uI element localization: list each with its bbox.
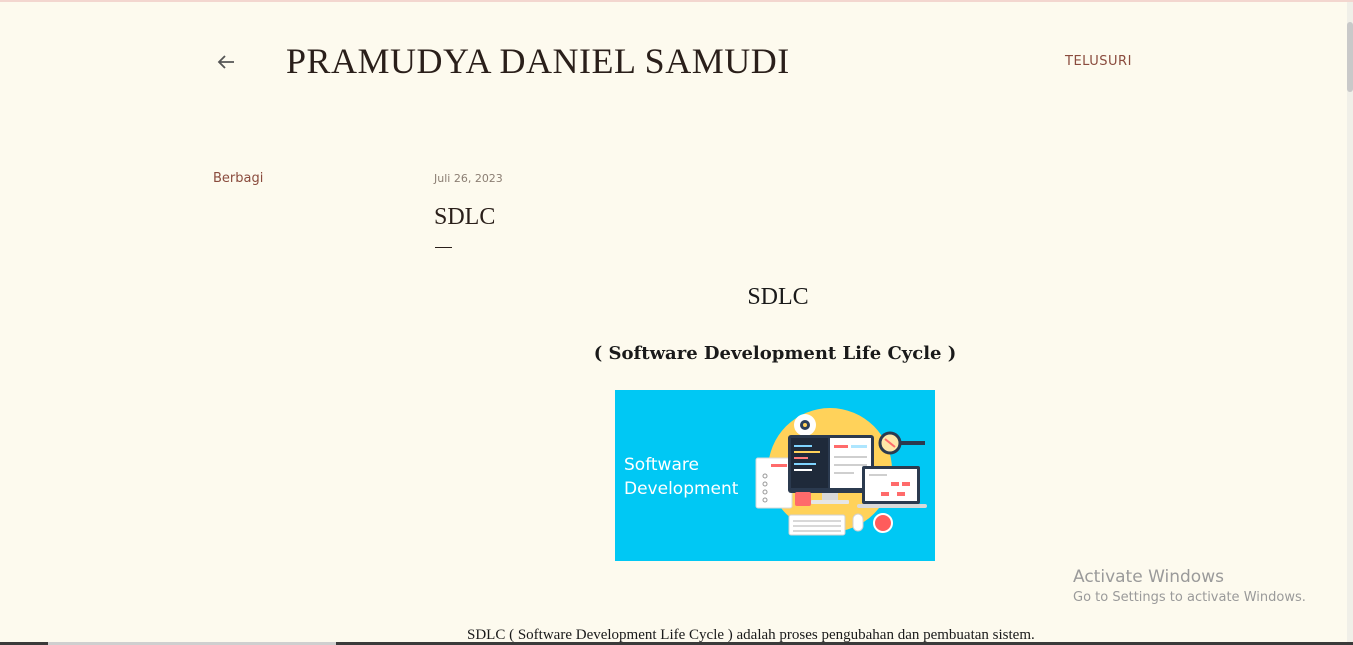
back-button[interactable] bbox=[212, 48, 240, 76]
share-link[interactable]: Berbagi bbox=[213, 171, 263, 186]
activate-windows-watermark: Activate Windows Go to Settings to activ… bbox=[1073, 566, 1306, 608]
activate-windows-subtitle: Go to Settings to activate Windows. bbox=[1073, 590, 1306, 605]
post-body-heading: SDLC bbox=[747, 284, 809, 310]
post-date[interactable]: Juli 26, 2023 bbox=[434, 172, 503, 185]
blog-title[interactable]: PRAMUDYA DANIEL SAMUDI bbox=[286, 40, 790, 82]
title-divider bbox=[435, 247, 452, 248]
software-development-image[interactable]: Software Development bbox=[615, 390, 935, 561]
post-body-subheading: ( Software Development Life Cycle ) bbox=[593, 343, 957, 364]
post-title: SDLC bbox=[434, 204, 496, 230]
vertical-scrollbar[interactable] bbox=[1347, 2, 1353, 643]
activate-windows-title: Activate Windows bbox=[1073, 567, 1224, 587]
computer-illustration bbox=[755, 408, 927, 536]
scrollbar-thumb[interactable] bbox=[1347, 22, 1353, 92]
top-divider bbox=[0, 0, 1353, 2]
search-link[interactable]: TELUSURI bbox=[1065, 54, 1132, 69]
arrow-left-icon bbox=[217, 55, 234, 69]
